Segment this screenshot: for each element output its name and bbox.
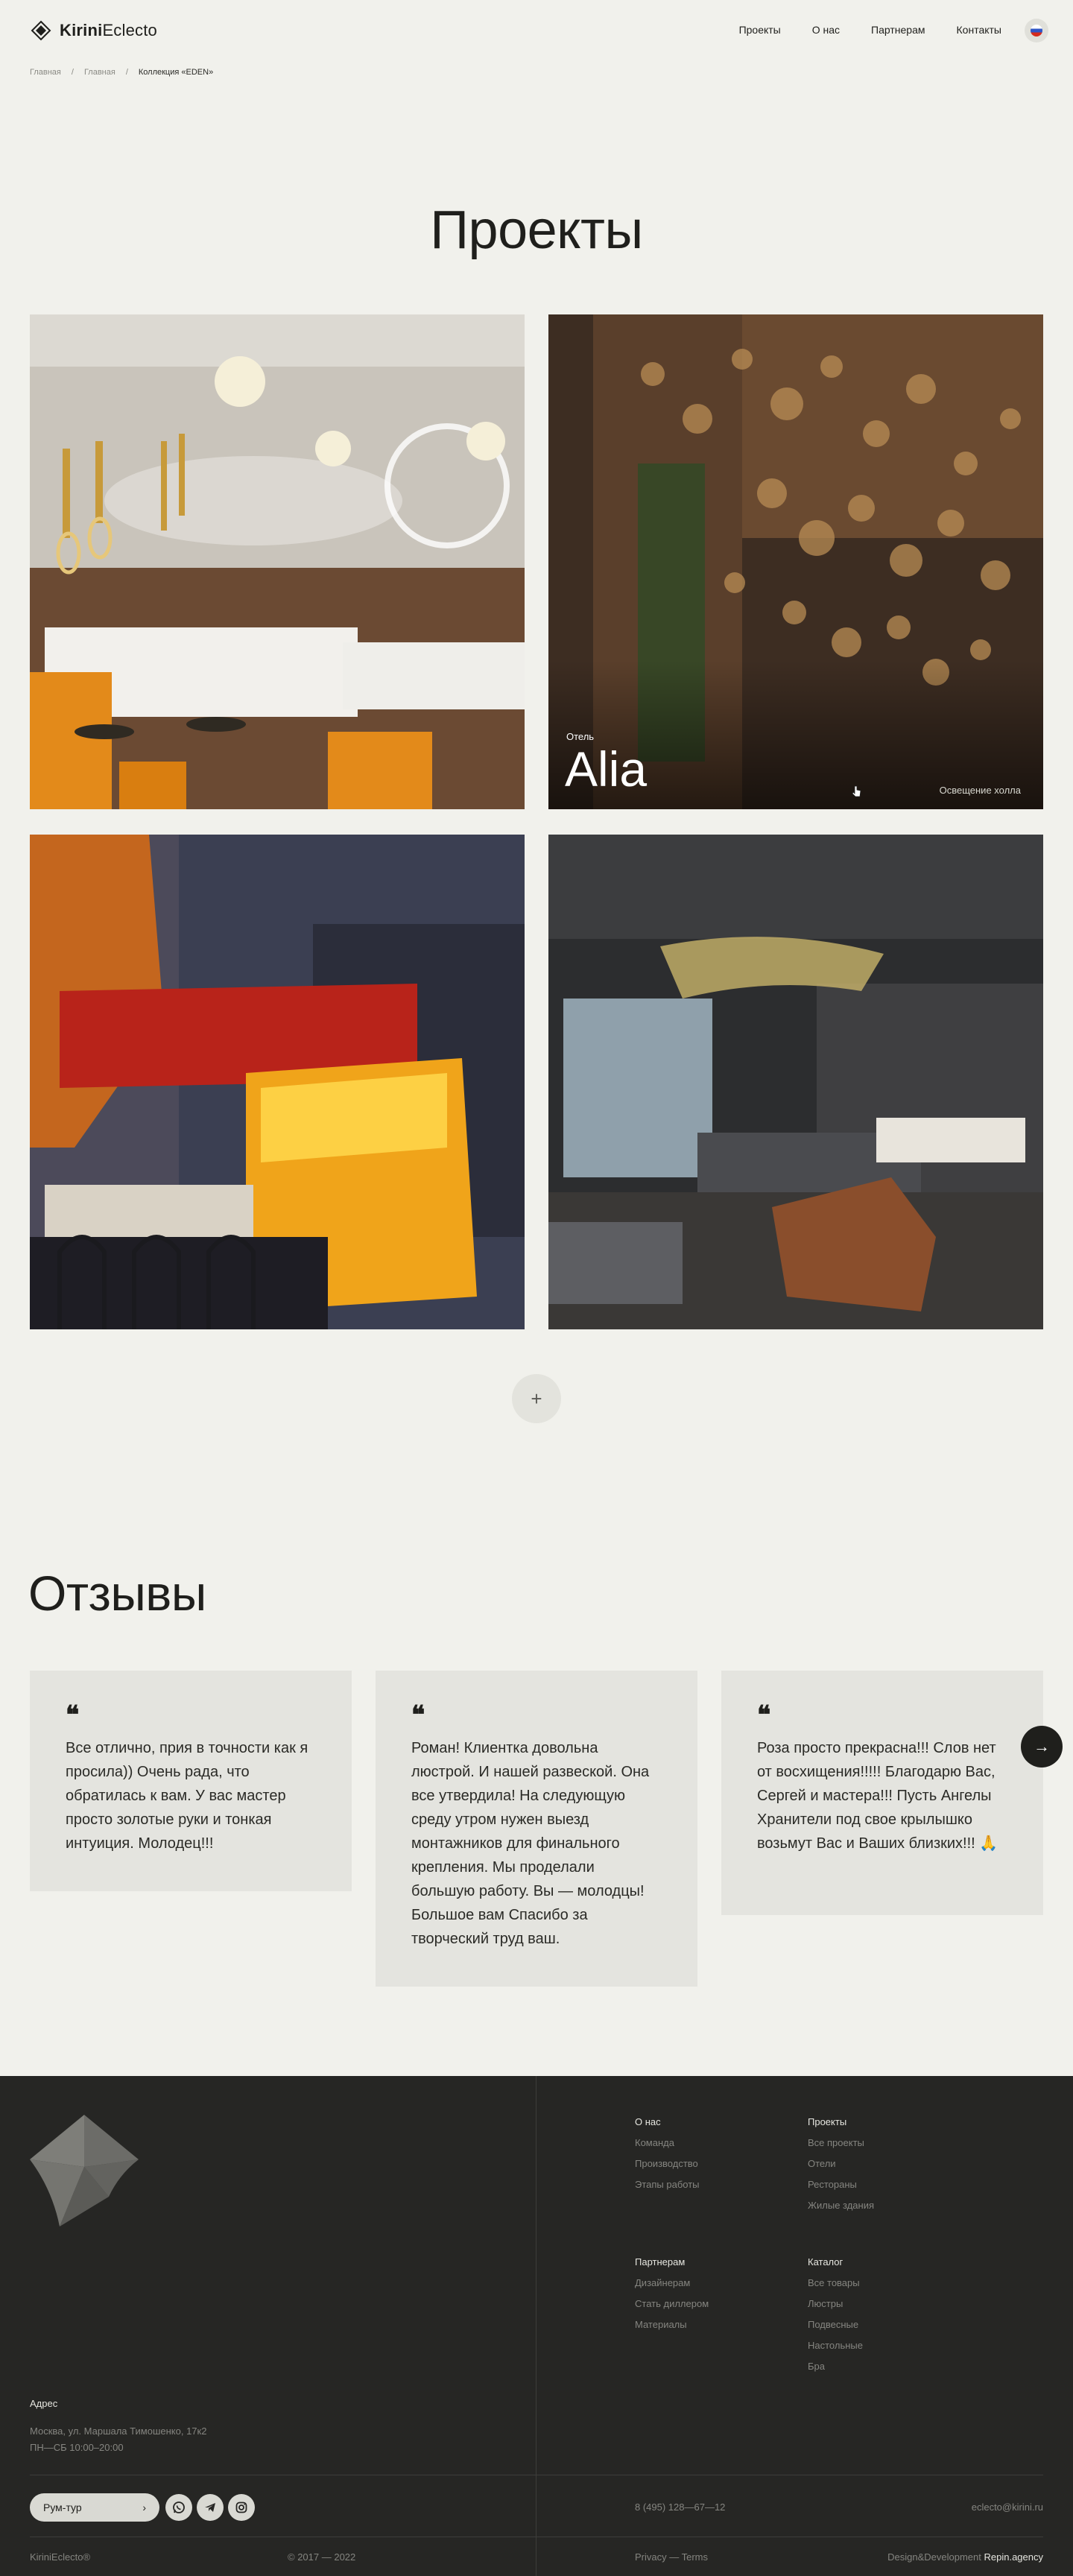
address-text: Москва, ул. Маршала Тимошенко, 17к2 ПН—С… — [30, 2423, 206, 2456]
instagram-icon — [235, 2501, 247, 2513]
whatsapp-icon — [173, 2501, 185, 2513]
main-nav: Проекты О нас Партнерам Контакты — [739, 24, 1001, 36]
reviews-next-button[interactable]: → — [1021, 1726, 1063, 1768]
project-image — [548, 835, 1043, 1329]
review-card: ❝ Все отлично, прия в точности как я про… — [30, 1671, 352, 1891]
privacy-terms-link[interactable]: Privacy — Terms — [635, 2551, 708, 2563]
review-text: Роза просто прекрасна!!! Слов нет от вос… — [757, 1740, 998, 1852]
footer-col-title[interactable]: Проекты — [808, 2112, 874, 2133]
footer-link[interactable]: Жилые здания — [808, 2195, 874, 2216]
review-text: Все отлично, прия в точности как я проси… — [66, 1740, 308, 1852]
chevron-right-icon: › — [142, 2501, 146, 2513]
nav-contacts[interactable]: Контакты — [957, 24, 1001, 36]
footer-col-title[interactable]: Каталог — [808, 2252, 863, 2273]
footer-link[interactable]: Производство — [635, 2153, 700, 2174]
credits: Design&Development Repin.agency — [887, 2551, 1043, 2563]
project-name: Alia — [565, 741, 648, 797]
quote-icon: ❝ — [411, 1700, 425, 1730]
logo-text: KiriniEclecto — [60, 21, 157, 39]
telegram-button[interactable] — [197, 2494, 224, 2521]
project-card-amber[interactable] — [30, 835, 525, 1329]
copyright-years: © 2017 — 2022 — [288, 2551, 356, 2563]
breadcrumb-current: Коллекция «EDEN» — [138, 68, 214, 77]
breadcrumb-separator: / — [125, 68, 128, 77]
footer-link[interactable]: Все товары — [808, 2273, 863, 2294]
phone-link[interactable]: 8 (495) 128—67—12 — [635, 2501, 725, 2513]
cursor-hand-icon — [852, 785, 861, 797]
footer-link[interactable]: Стать диллером — [635, 2294, 709, 2314]
breadcrumb-separator: / — [71, 68, 74, 77]
telegram-icon — [205, 2503, 215, 2512]
review-card: ❝ Роза просто прекрасна!!! Слов нет от в… — [721, 1671, 1043, 1915]
review-text: Роман! Клиентка довольна люстрой. И наше… — [411, 1740, 650, 1947]
load-more-button[interactable]: + — [512, 1374, 561, 1423]
credits-prefix: Design&Development — [887, 2551, 981, 2563]
footer-link[interactable]: Отели — [808, 2153, 874, 2174]
logo[interactable]: KiriniEclecto — [30, 19, 157, 42]
footer-col-projects: Проекты Все проекты Отели Рестораны Жилы… — [808, 2112, 874, 2216]
footer-col-partners: Партнерам Дизайнерам Стать диллером Мате… — [635, 2252, 709, 2335]
footer-col-about: О нас Команда Производство Этапы работы — [635, 2112, 700, 2195]
project-subtitle: Освещение холла — [939, 785, 1021, 796]
whatsapp-button[interactable] — [165, 2494, 192, 2521]
project-card-restaurant[interactable] — [30, 314, 525, 809]
projects-grid: Отель Alia Освещение холла — [30, 314, 1043, 1329]
room-tour-label: Рум-тур — [43, 2501, 82, 2513]
nav-about[interactable]: О нас — [812, 24, 840, 36]
breadcrumb-home-2[interactable]: Главная — [84, 68, 115, 77]
breadcrumb-home[interactable]: Главная — [30, 68, 61, 77]
footer-link[interactable]: Подвесные — [808, 2314, 863, 2335]
room-tour-button[interactable]: Рум-тур › — [30, 2493, 159, 2522]
nav-partners[interactable]: Партнерам — [871, 24, 925, 36]
project-card-living-room[interactable] — [548, 835, 1043, 1329]
page-title: Проекты — [430, 200, 643, 260]
footer-link[interactable]: Команда — [635, 2133, 700, 2153]
language-switcher[interactable] — [1025, 19, 1048, 42]
quote-icon: ❝ — [757, 1700, 771, 1730]
reviews-title: Отзывы — [28, 1566, 206, 1621]
logo-mark-icon — [31, 20, 51, 41]
quote-icon: ❝ — [66, 1700, 80, 1730]
footer-logo-icon — [30, 2115, 139, 2227]
flag-ru-icon — [1031, 25, 1042, 37]
footer-link[interactable]: Дизайнерам — [635, 2273, 709, 2294]
footer-col-title[interactable]: Партнерам — [635, 2252, 709, 2273]
footer-link[interactable]: Бра — [808, 2356, 863, 2377]
arrow-right-icon: → — [1034, 1737, 1050, 1756]
project-image — [30, 314, 525, 809]
footer-link[interactable]: Рестораны — [808, 2174, 874, 2195]
opening-hours: ПН—СБ 10:00–20:00 — [30, 2442, 124, 2453]
address-line: Москва, ул. Маршала Тимошенко, 17к2 — [30, 2425, 207, 2437]
review-card: ❝ Роман! Клиентка довольна люстрой. И на… — [376, 1671, 697, 1987]
email-link[interactable]: eclecto@kirini.ru — [972, 2501, 1043, 2513]
credits-agency-link[interactable]: Repin.agency — [984, 2551, 1044, 2563]
copyright-brand: KiriniEclecto® — [30, 2551, 91, 2563]
address-title: Адрес — [30, 2398, 58, 2409]
footer-col-title[interactable]: О нас — [635, 2112, 700, 2133]
footer-link[interactable]: Все проекты — [808, 2133, 874, 2153]
footer-link[interactable]: Люстры — [808, 2294, 863, 2314]
site-footer: О нас Команда Производство Этапы работы … — [0, 2076, 1073, 2576]
project-image — [30, 835, 525, 1329]
project-card-alia[interactable]: Отель Alia Освещение холла — [548, 314, 1043, 809]
footer-link[interactable]: Этапы работы — [635, 2174, 700, 2195]
nav-projects[interactable]: Проекты — [739, 24, 781, 36]
footer-link[interactable]: Материалы — [635, 2314, 709, 2335]
footer-link[interactable]: Настольные — [808, 2335, 863, 2356]
breadcrumb: Главная / Главная / Коллекция «EDEN» — [30, 68, 213, 77]
instagram-button[interactable] — [228, 2494, 255, 2521]
footer-col-catalog: Каталог Все товары Люстры Подвесные Наст… — [808, 2252, 863, 2377]
site-header: KiriniEclecto Проекты О нас Партнерам Ко… — [0, 0, 1073, 60]
